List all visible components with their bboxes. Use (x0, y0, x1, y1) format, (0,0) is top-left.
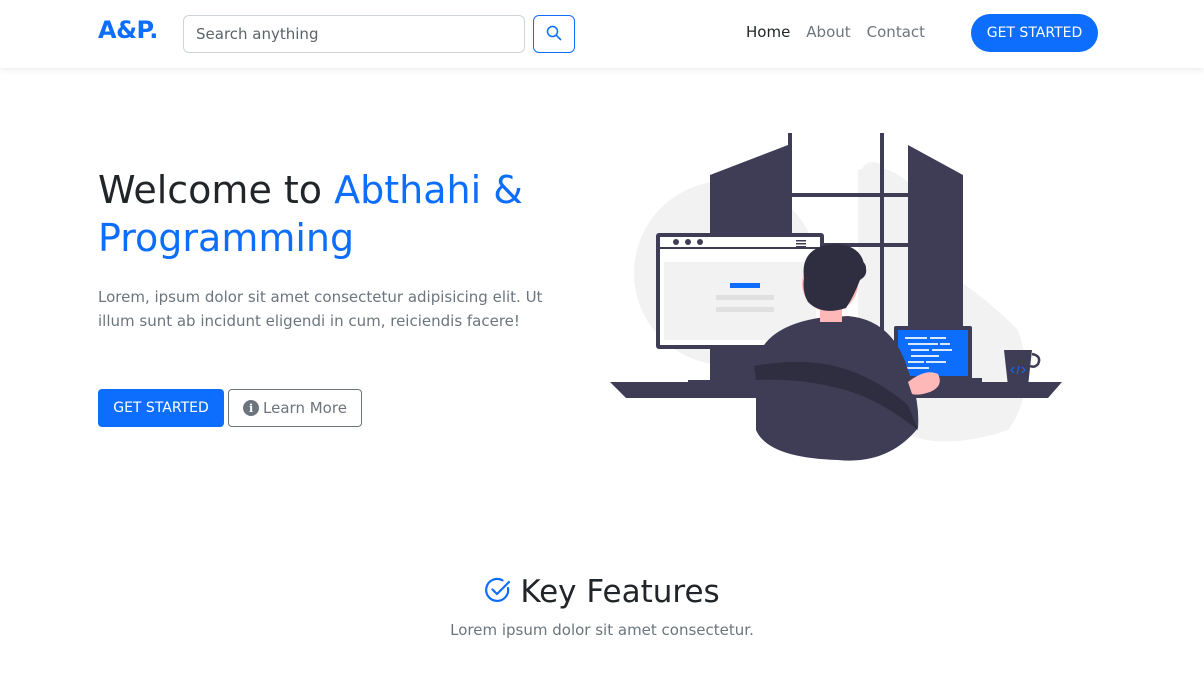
learn-more-label: Learn More (263, 399, 347, 417)
monitor-stand (720, 349, 760, 381)
hero-get-started-button[interactable]: GET STARTED (98, 389, 224, 427)
nav-links: Home About Contact (746, 23, 941, 41)
features-title: Key Features (520, 574, 720, 610)
hero-illustration (610, 133, 1062, 461)
hero-title: Welcome to Abthahi & Programming (98, 166, 578, 262)
brand-logo[interactable]: A&P. (98, 16, 158, 44)
person-hair (803, 244, 867, 311)
window-bar-mid (788, 193, 908, 197)
search-input[interactable] (183, 15, 525, 53)
hero-title-prefix: Welcome to (98, 168, 335, 212)
monitor-page-accent (730, 283, 760, 288)
features-heading: Key Features (0, 574, 1204, 610)
monitor-browser-bar (660, 237, 820, 247)
nav-link-about[interactable]: About (806, 23, 850, 41)
search-icon (546, 25, 562, 44)
learn-more-button[interactable]: i Learn More (228, 389, 362, 427)
search-button[interactable] (533, 15, 575, 53)
navbar: A&P. Home About Contact GET STARTED (0, 0, 1204, 68)
laptop-screen (898, 330, 968, 376)
hero-description: Lorem, ipsum dolor sit amet consectetur … (98, 288, 543, 330)
info-icon: i (243, 400, 260, 416)
nav-get-started-button[interactable]: GET STARTED (971, 14, 1098, 52)
features-subtitle: Lorem ipsum dolor sit amet consectetur. (450, 621, 754, 639)
check-circle-icon (484, 576, 512, 608)
nav-link-contact[interactable]: Contact (867, 23, 925, 41)
nav-link-home[interactable]: Home (746, 23, 790, 41)
